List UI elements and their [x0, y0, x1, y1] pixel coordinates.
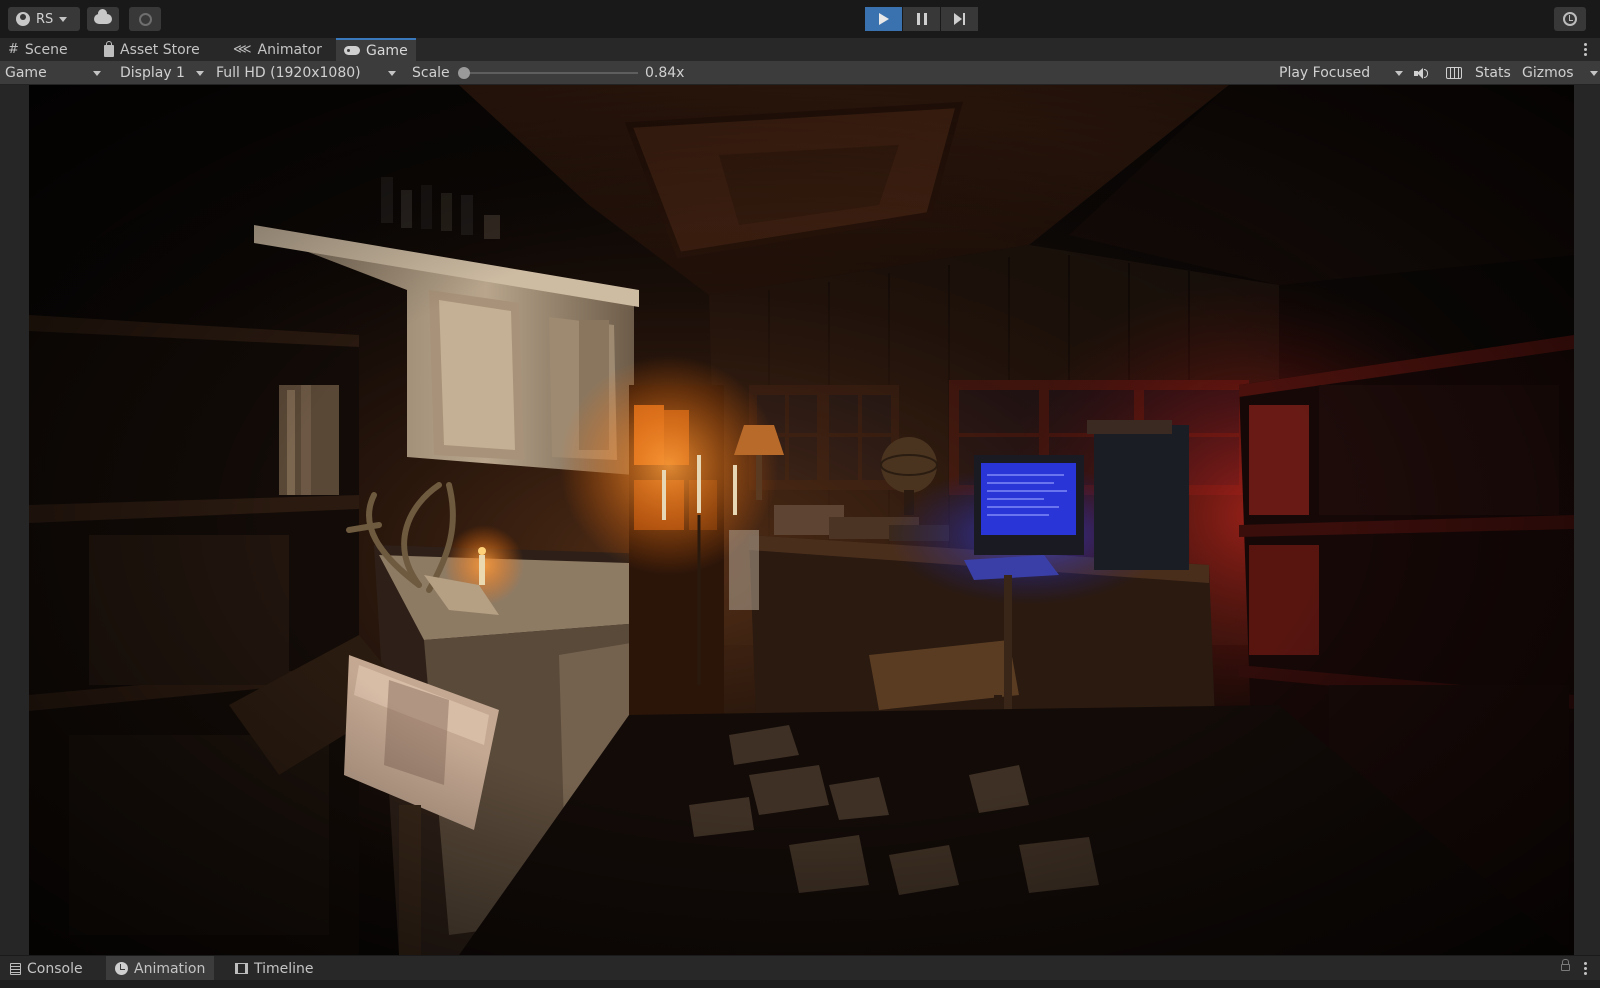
pause-button[interactable] — [903, 7, 940, 31]
cloud-icon — [94, 9, 112, 24]
tab-timeline[interactable]: Timeline — [235, 956, 314, 981]
tab-animator[interactable]: ⋘ Animator — [233, 38, 322, 61]
tab-asset-store[interactable]: Asset Store — [104, 38, 200, 61]
history-icon — [1563, 12, 1577, 26]
animator-icon: ⋘ — [233, 42, 252, 57]
account-label: RS — [36, 11, 54, 27]
scale-slider-track[interactable] — [464, 72, 638, 74]
stats-toggle[interactable]: Stats — [1475, 61, 1511, 85]
tab-label: Console — [27, 960, 83, 977]
chevron-down-icon — [1395, 71, 1403, 76]
play-mode-value: Play Focused — [1279, 65, 1371, 81]
gizmos-dropdown[interactable]: Gizmos — [1522, 61, 1600, 85]
tab-game[interactable]: Game — [336, 38, 416, 61]
chevron-down-icon — [59, 16, 68, 22]
lock-icon[interactable] — [1561, 959, 1570, 971]
view-mode-dropdown[interactable]: Game — [5, 61, 105, 85]
view-mode-value: Game — [5, 65, 47, 81]
playmode-controls — [865, 7, 978, 31]
tab-console[interactable]: Console — [10, 956, 83, 981]
game-viewport[interactable] — [29, 85, 1574, 955]
tab-label: Asset Store — [120, 41, 200, 58]
gizmos-label: Gizmos — [1522, 65, 1574, 81]
pause-icon — [916, 13, 927, 25]
undo-history-button[interactable] — [1554, 7, 1586, 31]
cloud-button[interactable] — [87, 7, 119, 31]
gamepad-icon — [344, 46, 360, 55]
chevron-down-icon — [93, 71, 101, 76]
tab-label: Animator — [257, 41, 322, 58]
collab-icon — [138, 12, 152, 26]
game-view-controls: Game Display 1 Full HD (1920x1080) Scale… — [0, 61, 1600, 85]
account-icon — [16, 12, 30, 26]
scene-render — [29, 85, 1574, 955]
display-dropdown[interactable]: Display 1 — [120, 61, 210, 85]
scale-label: Scale — [412, 65, 450, 81]
chevron-down-icon — [196, 71, 204, 76]
tab-label: Scene — [24, 41, 68, 58]
animation-panel-header — [0, 980, 1600, 988]
account-dropdown[interactable]: RS — [8, 7, 80, 31]
hash-icon: # — [8, 42, 19, 57]
resolution-dropdown[interactable]: Full HD (1920x1080) — [216, 61, 400, 85]
step-button[interactable] — [941, 7, 978, 31]
panel-menu-icon[interactable] — [1583, 959, 1587, 977]
scale-value: 0.84x — [645, 65, 685, 81]
clock-icon — [115, 962, 128, 975]
scale-slider-handle[interactable] — [458, 67, 470, 79]
play-icon — [878, 13, 889, 25]
mute-audio-icon[interactable] — [1414, 68, 1428, 79]
keyboard-shortcuts-icon[interactable] — [1446, 67, 1462, 79]
chevron-down-icon — [1590, 71, 1598, 76]
bottom-tab-bar: Console Animation Timeline — [0, 955, 1600, 981]
timeline-icon — [235, 963, 248, 974]
play-mode-dropdown[interactable]: Play Focused — [1279, 61, 1404, 85]
step-icon — [954, 13, 965, 25]
collab-button[interactable] — [129, 7, 161, 31]
display-value: Display 1 — [120, 65, 185, 81]
tab-animation[interactable]: Animation — [106, 956, 215, 981]
console-icon — [10, 962, 21, 975]
resolution-value: Full HD (1920x1080) — [216, 65, 361, 81]
editor-tab-bar: # Scene Asset Store ⋘ Animator Game — [0, 38, 1600, 61]
tab-label: Animation — [134, 960, 206, 977]
main-toolbar: RS — [0, 0, 1600, 38]
tab-label: Game — [366, 42, 408, 59]
bag-icon — [104, 40, 114, 57]
tab-label: Timeline — [254, 960, 314, 977]
game-view-panel — [0, 85, 1600, 955]
chevron-down-icon — [388, 71, 396, 76]
tab-scene[interactable]: # Scene — [8, 38, 68, 61]
play-button[interactable] — [865, 7, 902, 31]
tab-menu-icon[interactable] — [1583, 40, 1587, 58]
